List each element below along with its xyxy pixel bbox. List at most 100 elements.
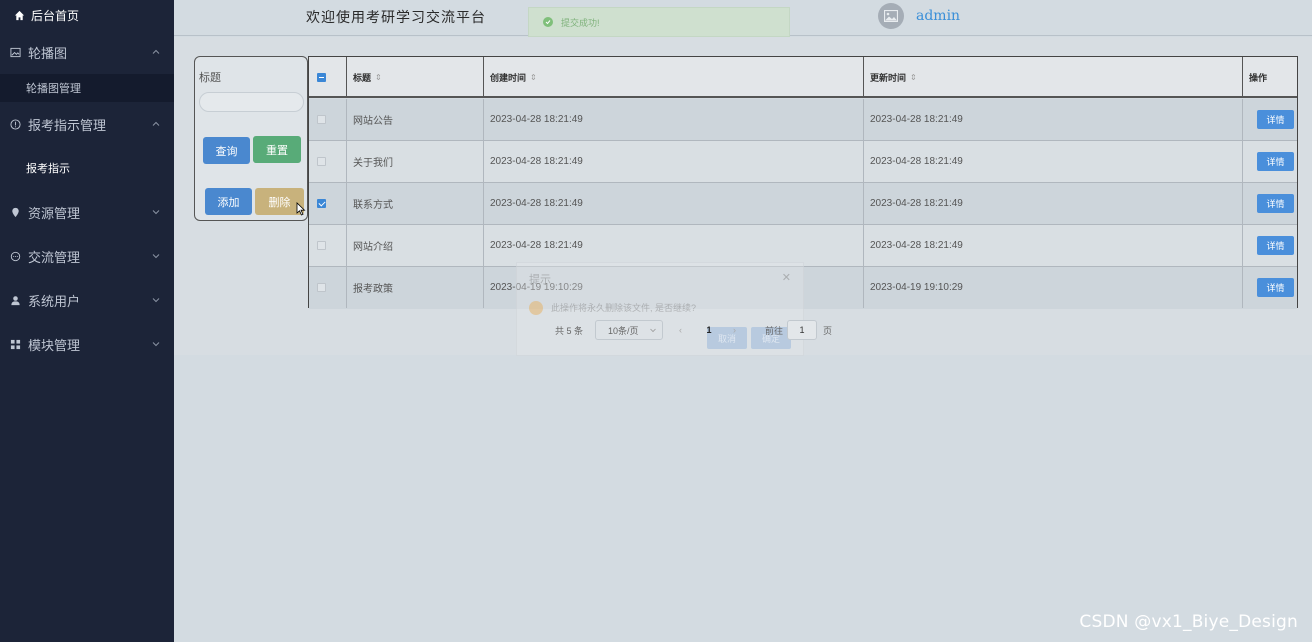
sort-icon[interactable]: ⇕ — [375, 73, 382, 82]
pin-icon — [10, 207, 22, 218]
sidebar-item-label: 轮播图 — [28, 45, 68, 61]
image-icon — [884, 10, 898, 22]
cell-title: 关于我们 — [347, 141, 484, 182]
column-header-label: 操作 — [1249, 73, 1268, 83]
title-label: 标题 — [199, 72, 221, 84]
cell-updated: 2023-04-28 18:21:49 — [864, 99, 1243, 140]
cell-title: 联系方式 — [347, 183, 484, 224]
search-panel: 标题 查询 重置 添加 删除 — [194, 56, 308, 221]
cell-created: 2023-04-28 18:21:49 — [484, 183, 864, 224]
cell-updated: 2023-04-28 18:21:49 — [864, 141, 1243, 182]
sidebar-subitem-label: 报考指示 — [26, 163, 70, 175]
page-number[interactable]: 1 — [701, 325, 717, 335]
warning-icon — [529, 301, 543, 315]
sidebar-item-modules[interactable]: 模块管理 — [0, 322, 174, 366]
next-page-icon[interactable]: › — [733, 325, 743, 335]
sidebar-item-home[interactable]: 后台首页 — [0, 0, 174, 30]
table-row: 网站介绍 2023-04-28 18:21:49 2023-04-28 18:2… — [309, 225, 1297, 267]
sidebar-item-label: 报考指示管理 — [28, 117, 107, 133]
sidebar-item-resources[interactable]: 资源管理 — [0, 190, 174, 234]
avatar[interactable] — [878, 3, 904, 29]
dialog-title: 提示 — [529, 274, 551, 286]
sidebar-subitem-label: 轮播图管理 — [26, 83, 81, 95]
cell-title: 网站公告 — [347, 99, 484, 140]
detail-button[interactable]: 详情 — [1257, 110, 1294, 129]
table-row: 网站公告 2023-04-28 18:21:49 2023-04-28 18:2… — [309, 99, 1297, 141]
username[interactable]: admin — [916, 8, 960, 24]
sidebar-item-exam-guide[interactable]: 报考指示管理 — [0, 102, 174, 146]
image-icon — [10, 47, 22, 58]
row-select-cell — [309, 99, 347, 140]
detail-button[interactable]: 详情 — [1257, 194, 1294, 213]
column-header-title[interactable]: 标题 ⇕ — [347, 57, 484, 98]
cell-created: 2023-04-28 18:21:49 — [484, 225, 864, 266]
home-icon — [14, 10, 26, 21]
column-header-created[interactable]: 创建时间 ⇕ — [484, 57, 864, 98]
sidebar-item-label: 系统用户 — [28, 293, 81, 309]
select-all-cell — [309, 57, 347, 98]
select-all-checkbox[interactable] — [317, 73, 326, 82]
row-checkbox[interactable] — [317, 283, 326, 292]
cell-created: 2023-04-28 18:21:49 — [484, 99, 864, 140]
row-checkbox[interactable] — [317, 115, 326, 124]
sidebar-subitem-carousel-manage[interactable]: 轮播图管理 — [0, 74, 174, 102]
toast-message: 提交成功! — [561, 17, 600, 28]
cell-actions: 详情 — [1243, 225, 1297, 266]
chevron-down-icon — [152, 298, 160, 303]
watermark: CSDN @vx1_Biye_Design — [1079, 612, 1298, 632]
dialog-message: 此操作将永久删除该文件, 是否继续? — [551, 303, 697, 313]
cell-updated: 2023-04-19 19:10:29 — [864, 267, 1243, 308]
page-size-value: 10条/页 — [608, 325, 639, 336]
info-icon — [10, 118, 22, 130]
page-title: 欢迎使用考研学习交流平台 — [306, 10, 486, 26]
row-checkbox[interactable] — [317, 157, 326, 166]
page-unit-label: 页 — [823, 325, 833, 336]
success-toast: 提交成功! — [528, 7, 790, 37]
title-search-input[interactable] — [199, 92, 304, 112]
row-checkbox[interactable] — [317, 199, 326, 208]
row-checkbox[interactable] — [317, 241, 326, 250]
chevron-down-icon — [152, 210, 160, 215]
close-icon[interactable]: ✕ — [782, 271, 791, 284]
sidebar-subitem-exam-guide[interactable]: 报考指示 — [0, 146, 174, 190]
sort-icon[interactable]: ⇕ — [910, 73, 917, 82]
sidebar-item-label: 交流管理 — [28, 249, 81, 265]
sidebar-item-carousel[interactable]: 轮播图 — [0, 30, 174, 74]
sidebar-home-label: 后台首页 — [31, 8, 80, 23]
sidebar-item-label: 资源管理 — [28, 205, 81, 221]
detail-button[interactable]: 详情 — [1257, 236, 1294, 255]
chevron-up-icon — [152, 49, 160, 54]
detail-button[interactable]: 详情 — [1257, 278, 1294, 297]
goto-label: 前往 — [765, 325, 784, 336]
chevron-down-icon — [152, 342, 160, 347]
sidebar: 后台首页 轮播图 轮播图管理 报考指示管理 报考指示 资源管理 交流管理 系统用… — [0, 0, 174, 642]
total-count: 共 5 条 — [555, 325, 584, 336]
pagination: 共 5 条 10条/页 ‹ 1 › 前往 1 页 — [555, 320, 832, 340]
table-header: 标题 ⇕ 创建时间 ⇕ 更新时间 ⇕ 操作 — [309, 57, 1297, 98]
chevron-up-icon — [152, 121, 160, 126]
column-header-updated[interactable]: 更新时间 ⇕ — [864, 57, 1243, 98]
chevron-down-icon — [152, 254, 160, 259]
column-header-actions: 操作 — [1243, 57, 1297, 98]
detail-button[interactable]: 详情 — [1257, 152, 1294, 171]
cell-actions: 详情 — [1243, 183, 1297, 224]
user-icon — [10, 295, 22, 306]
prev-page-icon[interactable]: ‹ — [679, 325, 689, 335]
sort-icon[interactable]: ⇕ — [530, 73, 537, 82]
page-size-select[interactable]: 10条/页 — [595, 320, 664, 340]
sidebar-item-system-users[interactable]: 系统用户 — [0, 278, 174, 322]
goto-page-input[interactable]: 1 — [787, 320, 818, 340]
cell-title: 网站介绍 — [347, 225, 484, 266]
sidebar-item-communication[interactable]: 交流管理 — [0, 234, 174, 278]
chevron-down-icon — [650, 328, 656, 333]
grid-icon — [10, 339, 22, 350]
query-button[interactable]: 查询 — [203, 137, 250, 164]
column-header-label: 创建时间 — [490, 73, 527, 83]
chat-icon — [10, 251, 22, 262]
reset-button[interactable]: 重置 — [253, 136, 301, 163]
check-circle-icon — [543, 17, 553, 27]
add-button[interactable]: 添加 — [205, 188, 252, 215]
cell-actions: 详情 — [1243, 141, 1297, 182]
row-select-cell — [309, 141, 347, 182]
row-select-cell — [309, 267, 347, 308]
